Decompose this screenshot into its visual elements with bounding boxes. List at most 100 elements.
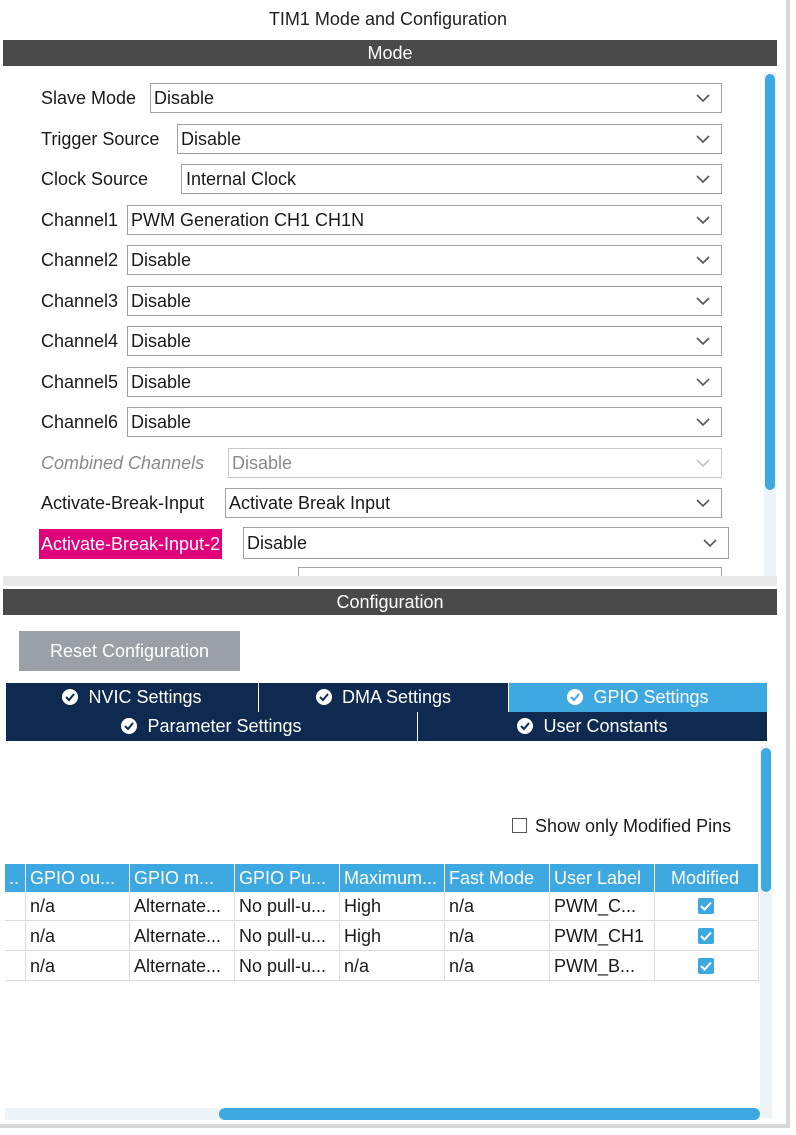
mode-section-header[interactable]: Mode	[3, 40, 777, 66]
chevron-down-icon	[703, 539, 717, 548]
tab-gpio-settings[interactable]: GPIO Settings	[509, 683, 768, 712]
gpio-pull-cell: No pull-u...	[235, 922, 340, 951]
combined-channels-value: Disable	[232, 453, 293, 473]
max-speed-cell: High	[340, 892, 445, 921]
clock-source-select[interactable]: Internal Clock	[181, 164, 722, 194]
column-header-modified[interactable]: Modified	[655, 864, 759, 892]
channel5-label: Channel5	[41, 372, 119, 392]
expand-cell	[5, 892, 26, 921]
channel4-label: Channel4	[41, 331, 119, 351]
trigger-source-select[interactable]: Disable	[177, 124, 722, 154]
next-select-partial[interactable]	[298, 567, 722, 576]
column-header-expand[interactable]: ..	[5, 864, 26, 892]
gpio-mode-cell: Alternate...	[130, 922, 235, 951]
channel6-select[interactable]: Disable	[127, 407, 722, 437]
mode-scrollbar-thumb[interactable]	[765, 74, 775, 490]
check-circle-icon	[517, 718, 534, 734]
tab-parameter-settings-label: Parameter Settings	[147, 716, 302, 736]
channel1-value: PWM Generation CH1 CH1N	[131, 210, 365, 230]
slave-mode-select[interactable]: Disable	[150, 83, 722, 113]
channel2-select[interactable]: Disable	[127, 245, 722, 275]
channel2-label: Channel2	[41, 250, 119, 270]
chevron-down-icon	[696, 135, 710, 144]
channel6-label: Channel6	[41, 412, 119, 432]
gpio-output-cell: n/a	[26, 952, 130, 981]
user-label-cell: PWM_CH1	[550, 922, 655, 951]
activate-break-input-2-value: Disable	[247, 533, 308, 553]
fast-mode-cell: n/a	[445, 922, 550, 951]
chevron-down-icon	[696, 459, 710, 468]
column-header-gpio-pull[interactable]: GPIO Pu...	[235, 864, 340, 892]
table-scrollbar-thumb[interactable]	[761, 748, 771, 892]
gpio-mode-cell: Alternate...	[130, 892, 235, 921]
clock-source-value: Internal Clock	[186, 169, 297, 189]
activate-break-input-select[interactable]: Activate Break Input	[225, 488, 722, 518]
checkbox-checked-icon[interactable]	[698, 958, 714, 974]
gpio-output-cell: n/a	[26, 892, 130, 921]
combined-channels-select: Disable	[228, 448, 722, 478]
channel3-value: Disable	[131, 291, 192, 311]
channel6-value: Disable	[131, 412, 192, 432]
channel3-select[interactable]: Disable	[127, 286, 722, 316]
tab-dma-settings-label: DMA Settings	[341, 687, 452, 707]
checkbox-checked-icon[interactable]	[698, 898, 714, 914]
reset-configuration-button[interactable]: Reset Configuration	[19, 631, 240, 671]
column-header-gpio-mode[interactable]: GPIO m...	[130, 864, 235, 892]
activate-break-input-label: Activate-Break-Input	[41, 493, 205, 513]
gpio-mode-cell: Alternate...	[130, 952, 235, 981]
chevron-down-icon	[696, 175, 710, 184]
chevron-down-icon	[696, 418, 710, 427]
check-circle-icon	[567, 689, 584, 705]
tab-user-constants[interactable]: User Constants	[418, 712, 768, 741]
channel3-label: Channel3	[41, 291, 119, 311]
fast-mode-cell: n/a	[445, 952, 550, 981]
tab-nvic-settings[interactable]: NVIC Settings	[6, 683, 259, 712]
chevron-down-icon	[696, 94, 710, 103]
gpio-output-cell: n/a	[26, 922, 130, 951]
tab-gpio-settings-label: GPIO Settings	[593, 687, 709, 707]
show-modified-pins-checkbox[interactable]: Show only Modified Pins	[512, 816, 731, 837]
combined-channels-label: Combined Channels	[41, 453, 205, 473]
trigger-source-value: Disable	[181, 129, 242, 149]
panel-splitter[interactable]	[3, 576, 777, 586]
configuration-section-header[interactable]: Configuration	[3, 589, 777, 615]
slave-mode-label: Slave Mode	[41, 88, 137, 108]
channel1-select[interactable]: PWM Generation CH1 CH1N	[127, 205, 722, 235]
column-header-fast-mode[interactable]: Fast Mode	[445, 864, 550, 892]
column-header-maximum[interactable]: Maximum...	[340, 864, 445, 892]
clock-source-label: Clock Source	[41, 169, 149, 189]
trigger-source-label: Trigger Source	[41, 129, 160, 149]
panel-title: TIM1 Mode and Configuration	[268, 9, 508, 29]
activate-break-input-2-label: Activate-Break-Input-2	[39, 529, 223, 559]
user-label-cell: PWM_C...	[550, 892, 655, 921]
checkbox-checked-icon[interactable]	[698, 928, 714, 944]
channel2-value: Disable	[131, 250, 192, 270]
window-right-border	[786, 0, 790, 1128]
tab-nvic-settings-label: NVIC Settings	[88, 687, 202, 707]
expand-cell	[5, 952, 26, 981]
channel5-value: Disable	[131, 372, 192, 392]
channel5-select[interactable]: Disable	[127, 367, 722, 397]
channel4-select[interactable]: Disable	[127, 326, 722, 356]
column-header-gpio-output[interactable]: GPIO ou...	[26, 864, 130, 892]
chevron-down-icon	[696, 256, 710, 265]
channel4-value: Disable	[131, 331, 192, 351]
column-header-user-label[interactable]: User Label	[550, 864, 655, 892]
check-circle-icon	[62, 689, 79, 705]
gpio-pull-cell: No pull-u...	[235, 892, 340, 921]
activate-break-input-value: Activate Break Input	[229, 493, 391, 513]
tab-parameter-settings[interactable]: Parameter Settings	[6, 712, 418, 741]
chevron-down-icon	[696, 337, 710, 346]
gpio-pull-cell: No pull-u...	[235, 952, 340, 981]
chevron-down-icon	[696, 216, 710, 225]
table-hscrollbar-thumb[interactable]	[219, 1108, 760, 1120]
tab-dma-settings[interactable]: DMA Settings	[259, 683, 509, 712]
chevron-down-icon	[696, 297, 710, 306]
check-circle-icon	[121, 718, 138, 734]
activate-break-input-2-select[interactable]: Disable	[243, 527, 729, 559]
tab-user-constants-label: User Constants	[543, 716, 668, 736]
chevron-down-icon	[696, 378, 710, 387]
window-bottom-border	[0, 1124, 786, 1128]
checkbox-unchecked-icon	[512, 818, 527, 833]
user-label-cell: PWM_B...	[550, 952, 655, 981]
